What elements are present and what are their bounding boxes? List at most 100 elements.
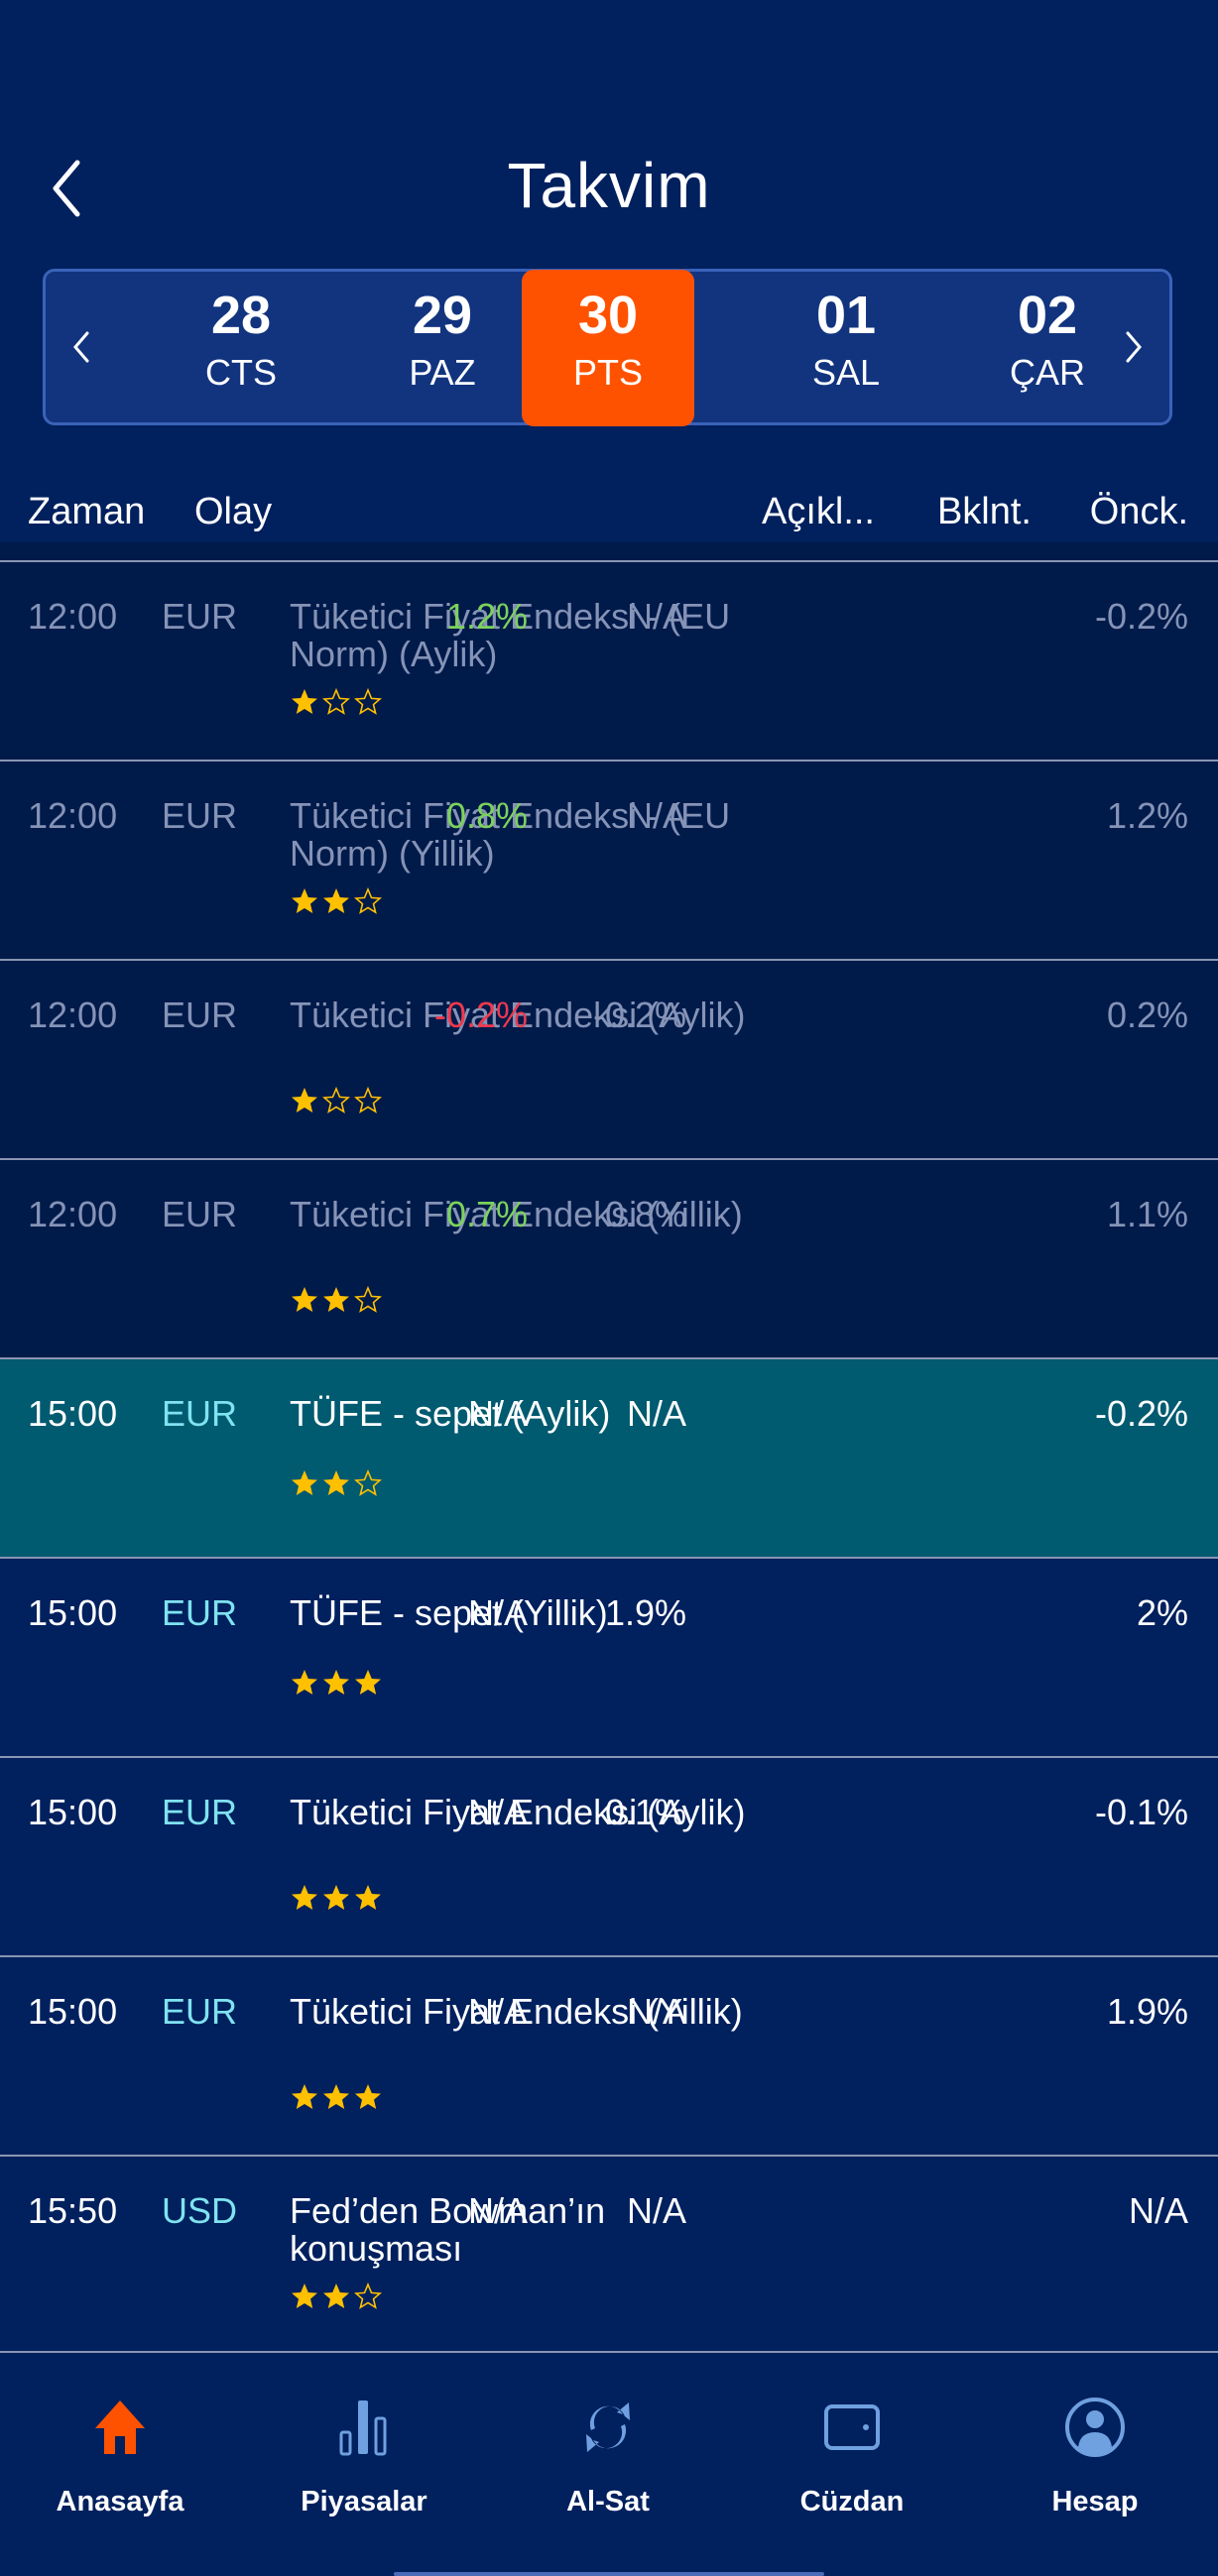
star-filled-icon <box>292 1885 317 1910</box>
star-filled-icon <box>292 689 317 714</box>
event-actual: 0.7% <box>445 1194 528 1234</box>
importance-stars <box>290 1668 383 1698</box>
event-expected: N/A <box>626 2190 686 2231</box>
next-date-button[interactable] <box>1104 272 1163 422</box>
col-header-expected[interactable]: Bklnt. <box>937 484 1032 539</box>
nav-label: Anasayfa <box>56 2486 184 2517</box>
event-row[interactable]: 12:00 EUR Tüketici Fiyat Endeksi - (EU N… <box>0 760 1218 959</box>
star-empty-icon <box>322 687 350 715</box>
event-actual: N/A <box>467 2190 528 2231</box>
top-bar: Takvim <box>0 0 1218 268</box>
event-actual: 0.8% <box>445 795 528 836</box>
event-currency: EUR <box>162 1792 238 1832</box>
event-currency: EUR <box>162 1991 238 2032</box>
chevron-right-icon <box>1126 331 1142 363</box>
event-time: 15:00 <box>28 1592 118 1633</box>
col-header-previous[interactable]: Önck. <box>1090 484 1188 539</box>
event-actual: N/A <box>467 1393 528 1434</box>
event-row[interactable]: 12:00 EUR Tüketici Fiyat Endeksi - (EU N… <box>0 560 1218 760</box>
event-row[interactable]: 15:00 EUR Tüketici Fiyat Endeksi (Yillik… <box>0 1955 1218 2155</box>
date-item-2[interactable]: 30 PTS <box>522 270 694 426</box>
star-filled-icon <box>292 1088 317 1112</box>
star-filled-icon <box>323 888 349 913</box>
event-row[interactable]: 12:00 EUR Tüketici Fiyat Endeksi (Aylik)… <box>0 959 1218 1158</box>
chevron-left-icon <box>73 331 89 363</box>
col-header-time[interactable]: Zaman <box>28 484 145 539</box>
date-item-0[interactable]: 28 CTS <box>155 270 327 426</box>
event-row[interactable]: 15:00 EUR TÜFE - sepet (Yillik) N/A 1.9%… <box>0 1557 1218 1756</box>
col-header-actual[interactable]: Açıkl... <box>762 484 875 539</box>
importance-stars <box>290 1086 383 1115</box>
event-row[interactable]: 15:50 USD Fed’den Bowman’ın konuşması N/… <box>0 2155 1218 2354</box>
event-time: 15:00 <box>28 1393 118 1434</box>
date-number: 30 <box>577 286 639 345</box>
event-previous: 2% <box>1136 1592 1188 1633</box>
star-filled-icon <box>323 1287 349 1312</box>
event-previous: -0.1% <box>1094 1792 1188 1832</box>
event-previous: N/A <box>1128 2190 1188 2231</box>
star-filled-icon <box>323 2283 349 2308</box>
nav-label: Al-Sat <box>566 2486 650 2517</box>
star-filled-icon <box>292 2084 317 2109</box>
nav-label: Piyasalar <box>301 2486 427 2517</box>
nav-item-piyasalar[interactable]: Piyasalar <box>265 2393 463 2518</box>
date-item-3[interactable]: 01 SAL <box>760 270 932 426</box>
star-filled-icon <box>292 1670 317 1695</box>
importance-stars <box>290 687 383 717</box>
date-weekday: PTS <box>572 352 643 393</box>
event-row[interactable]: 12:00 EUR Tüketici Fiyat Endeksi (Yillik… <box>0 1158 1218 1357</box>
nav-item-hesap[interactable]: Hesap <box>996 2393 1194 2518</box>
nav-label: Cüzdan <box>799 2486 905 2517</box>
event-expected: N/A <box>626 1991 686 2032</box>
star-empty-icon <box>354 2282 382 2309</box>
event-row[interactable]: 15:00 EUR Tüketici Fiyat Endeksi (Aylik)… <box>0 1756 1218 1955</box>
nav-label: Hesap <box>1051 2486 1139 2517</box>
nav-item-cüzdan[interactable]: Cüzdan <box>753 2393 951 2518</box>
event-row[interactable]: 15:00 EUR TÜFE - sepet (Aylik) N/A N/A -… <box>0 1357 1218 1557</box>
date-weekday: SAL <box>811 352 881 393</box>
nav-item-al-sat[interactable]: Al-Sat <box>509 2393 707 2518</box>
star-empty-icon <box>354 1086 382 1113</box>
bottom-nav: Anasayfa Piyasalar Al-Sat Cüzdan Hesap <box>0 2353 1218 2576</box>
star-empty-icon <box>354 1285 382 1313</box>
nav-item-anasayfa[interactable]: Anasayfa <box>21 2393 219 2518</box>
event-actual: N/A <box>467 1792 528 1832</box>
star-empty-icon <box>354 886 382 914</box>
refresh-icon <box>586 2402 630 2452</box>
event-currency: EUR <box>162 1194 238 1234</box>
star-filled-icon <box>292 1287 317 1312</box>
star-empty-icon <box>322 1086 350 1113</box>
event-expected: N/A <box>626 1393 686 1434</box>
star-filled-icon <box>355 1670 381 1695</box>
star-filled-icon <box>355 1885 381 1910</box>
date-number: 01 <box>815 286 877 345</box>
star-empty-icon <box>354 687 382 715</box>
prev-date-button[interactable] <box>52 272 111 422</box>
event-actual: N/A <box>467 1592 528 1633</box>
home-icon <box>95 2400 145 2454</box>
event-actual: 1.2% <box>445 596 528 637</box>
event-time: 12:00 <box>28 995 118 1035</box>
event-time: 15:50 <box>28 2190 118 2231</box>
importance-stars <box>290 2082 383 2112</box>
star-filled-icon <box>292 2283 317 2308</box>
col-header-event[interactable]: Olay <box>194 484 272 539</box>
bar-chart-icon <box>339 2400 387 2456</box>
header-band <box>0 542 1218 562</box>
event-expected: -0.2% <box>592 995 686 1035</box>
date-weekday: CTS <box>205 352 277 393</box>
event-time: 12:00 <box>28 1194 118 1234</box>
star-filled-icon <box>323 1885 349 1910</box>
star-empty-icon <box>354 1468 382 1496</box>
event-previous: 1.9% <box>1106 1991 1188 2032</box>
event-currency: EUR <box>162 1393 238 1434</box>
star-filled-icon <box>292 1470 317 1495</box>
importance-stars <box>290 886 383 916</box>
star-filled-icon <box>292 888 317 913</box>
home-indicator <box>394 2572 824 2576</box>
importance-stars <box>290 1285 383 1315</box>
star-filled-icon <box>355 2084 381 2109</box>
date-item-1[interactable]: 29 PAZ <box>356 270 529 426</box>
star-filled-icon <box>323 1470 349 1495</box>
importance-stars <box>290 2282 383 2311</box>
